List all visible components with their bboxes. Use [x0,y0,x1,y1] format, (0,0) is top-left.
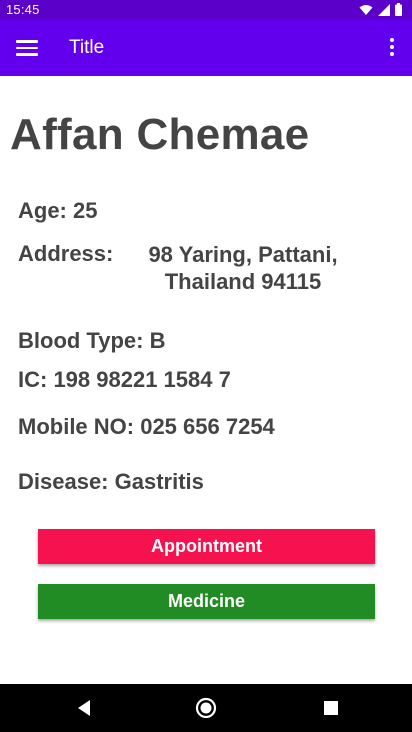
status-icons [359,3,402,16]
app-title: Title [69,37,105,58]
patient-name: Affan Chemae [10,110,310,159]
status-time: 15:45 [6,2,40,17]
more-vert-icon[interactable] [388,38,396,60]
app-bar: Title [0,20,412,76]
blood-type-field: Blood Type: B [18,328,166,353]
address-label: Address: [18,241,114,266]
back-icon[interactable] [73,696,97,720]
address-line-2: Thailand 94115 [164,269,322,294]
address-line-1: 98 Yaring, Pattani, [148,242,338,267]
ic-field: IC: 198 98221 1584 7 [18,367,231,392]
home-icon[interactable] [194,696,218,720]
medicine-button[interactable]: Medicine [38,584,375,619]
navigation-bar [0,684,412,732]
recents-icon[interactable] [319,696,343,720]
status-bar: 15:45 [0,0,412,20]
mobile-field: Mobile NO: 025 656 7254 [18,414,275,439]
wifi-icon [359,4,373,15]
age-field: Age: 25 [18,198,98,223]
address-value: 98 Yaring, Pattani, Thailand 94115 [132,241,354,295]
disease-field: Disease: Gastritis [18,469,204,494]
signal-icon [378,3,390,16]
appointment-button[interactable]: Appointment [38,529,375,564]
battery-icon [395,3,402,16]
menu-icon[interactable] [16,40,38,56]
